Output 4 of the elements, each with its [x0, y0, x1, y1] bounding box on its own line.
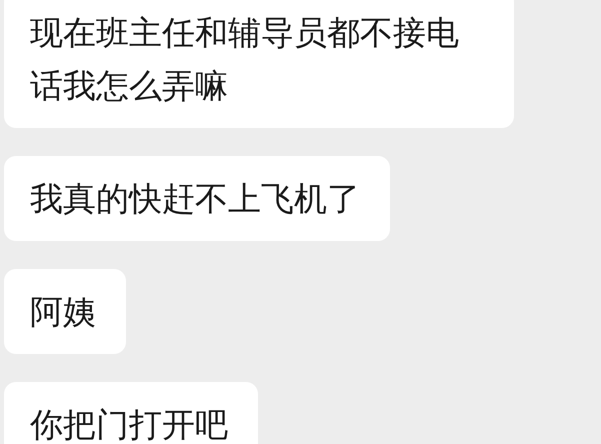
message-bubble: 我真的快赶不上飞机了 [4, 156, 390, 241]
message-bubble: 现在班主任和辅导员都不接电话我怎么弄嘛 [4, 0, 514, 128]
message-bubble: 你把门打开吧 [4, 382, 258, 444]
message-bubble: 阿姨 [4, 269, 126, 354]
